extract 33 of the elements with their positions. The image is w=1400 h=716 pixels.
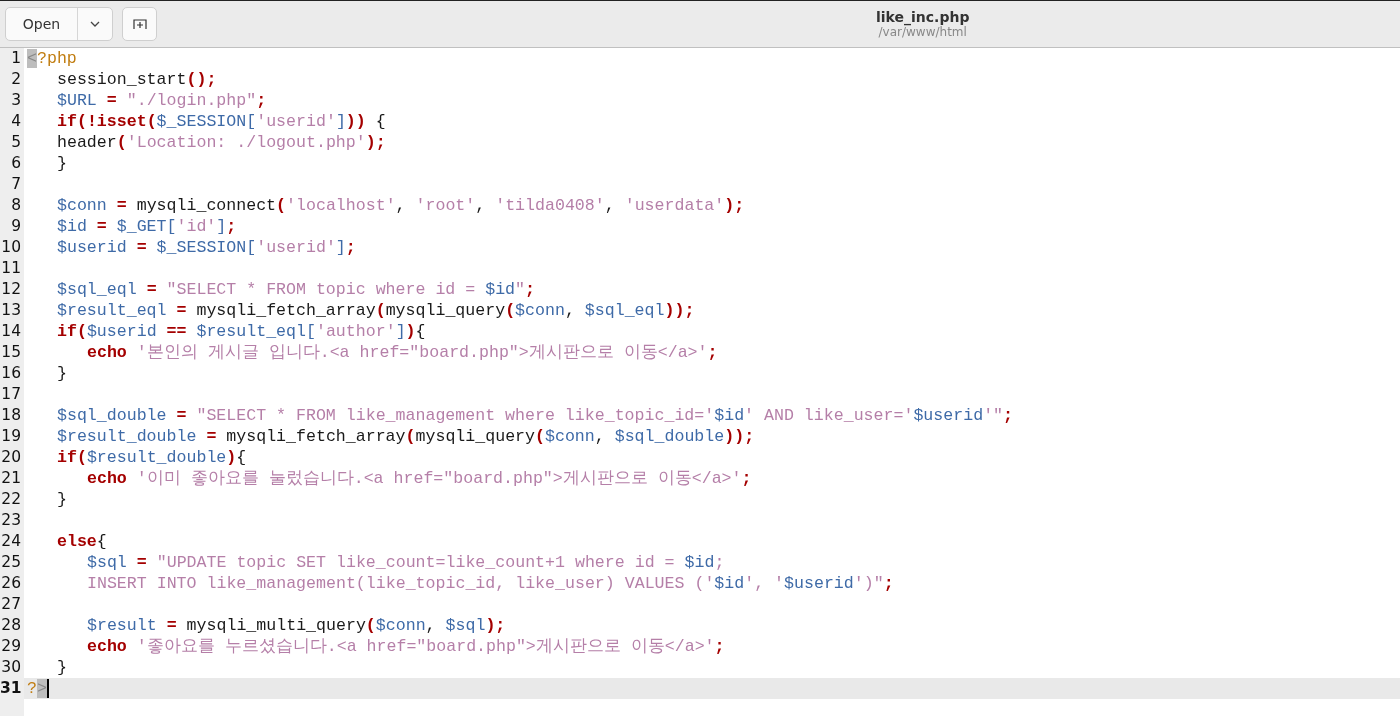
code-line: header('Location: ./logout.php'); — [56, 132, 386, 153]
code-line: else{ — [56, 531, 107, 552]
code-line: } — [56, 153, 67, 174]
new-tab-icon — [132, 18, 147, 30]
code-line: if($result_double){ — [56, 447, 247, 468]
code-line: echo '이미 좋아요를 눌렀습니다.<a href="board.php">게시판으로 이동</a>'; — [86, 468, 752, 489]
code-line: $sql = "UPDATE topic SET like_count=like_count+1 where id = $id; — [86, 552, 725, 573]
chevron-down-icon — [89, 20, 101, 28]
code-line: $conn = mysqli_connect('localhost', 'root', 'tilda0408', 'userdata'); — [56, 195, 745, 216]
code-line: echo '본인의 게시글 입니다.<a href="board.php">게시판으로 이동</a>'; — [86, 342, 718, 363]
code-line: $result_double = mysqli_fetch_array(mysqli_query($conn, $sql_double)); — [56, 426, 755, 447]
code-line: INSERT INTO like_management(like_topic_id, like_user) VALUES ('$id', '$userid')"; — [86, 573, 894, 594]
file-path: /var/www/html — [878, 25, 967, 39]
code-line: $result_eql = mysqli_fetch_array(mysqli_query($conn, $sql_eql)); — [56, 300, 695, 321]
code-line: $sql_eql = "SELECT * FROM topic where id = $id"; — [56, 279, 535, 300]
code-line: $result = mysqli_multi_query($conn, $sql); — [86, 615, 506, 636]
code-line: if($userid == $result_eql['author']){ — [56, 321, 426, 342]
window-title: like_inc.php — [876, 9, 970, 25]
code-line: session_start(); — [56, 69, 217, 90]
code-editor[interactable] — [0, 48, 1400, 716]
code-line: $sql_double = "SELECT * FROM like_management where like_topic_id='$id' AND like_user='$userid'"; — [56, 405, 1013, 426]
code-line: ?> — [26, 678, 49, 699]
code-line: if(!isset($_SESSION['userid'])) { — [56, 111, 386, 132]
code-line: } — [56, 657, 67, 678]
line-number: 31 — [0, 678, 24, 699]
code-line: $URL = "./login.php"; — [56, 90, 267, 111]
new-tab-button[interactable] — [122, 7, 157, 41]
code-line: $userid = $_SESSION['userid']; — [56, 237, 356, 258]
code-line: $id = $_GET['id']; — [56, 216, 237, 237]
code-line: <?php — [26, 48, 77, 69]
code-line: echo '좋아요를 누르셨습니다.<a href="board.php">게시판으로 이동</a>'; — [86, 636, 725, 657]
code-line: } — [56, 363, 67, 384]
code-line: } — [56, 489, 67, 510]
